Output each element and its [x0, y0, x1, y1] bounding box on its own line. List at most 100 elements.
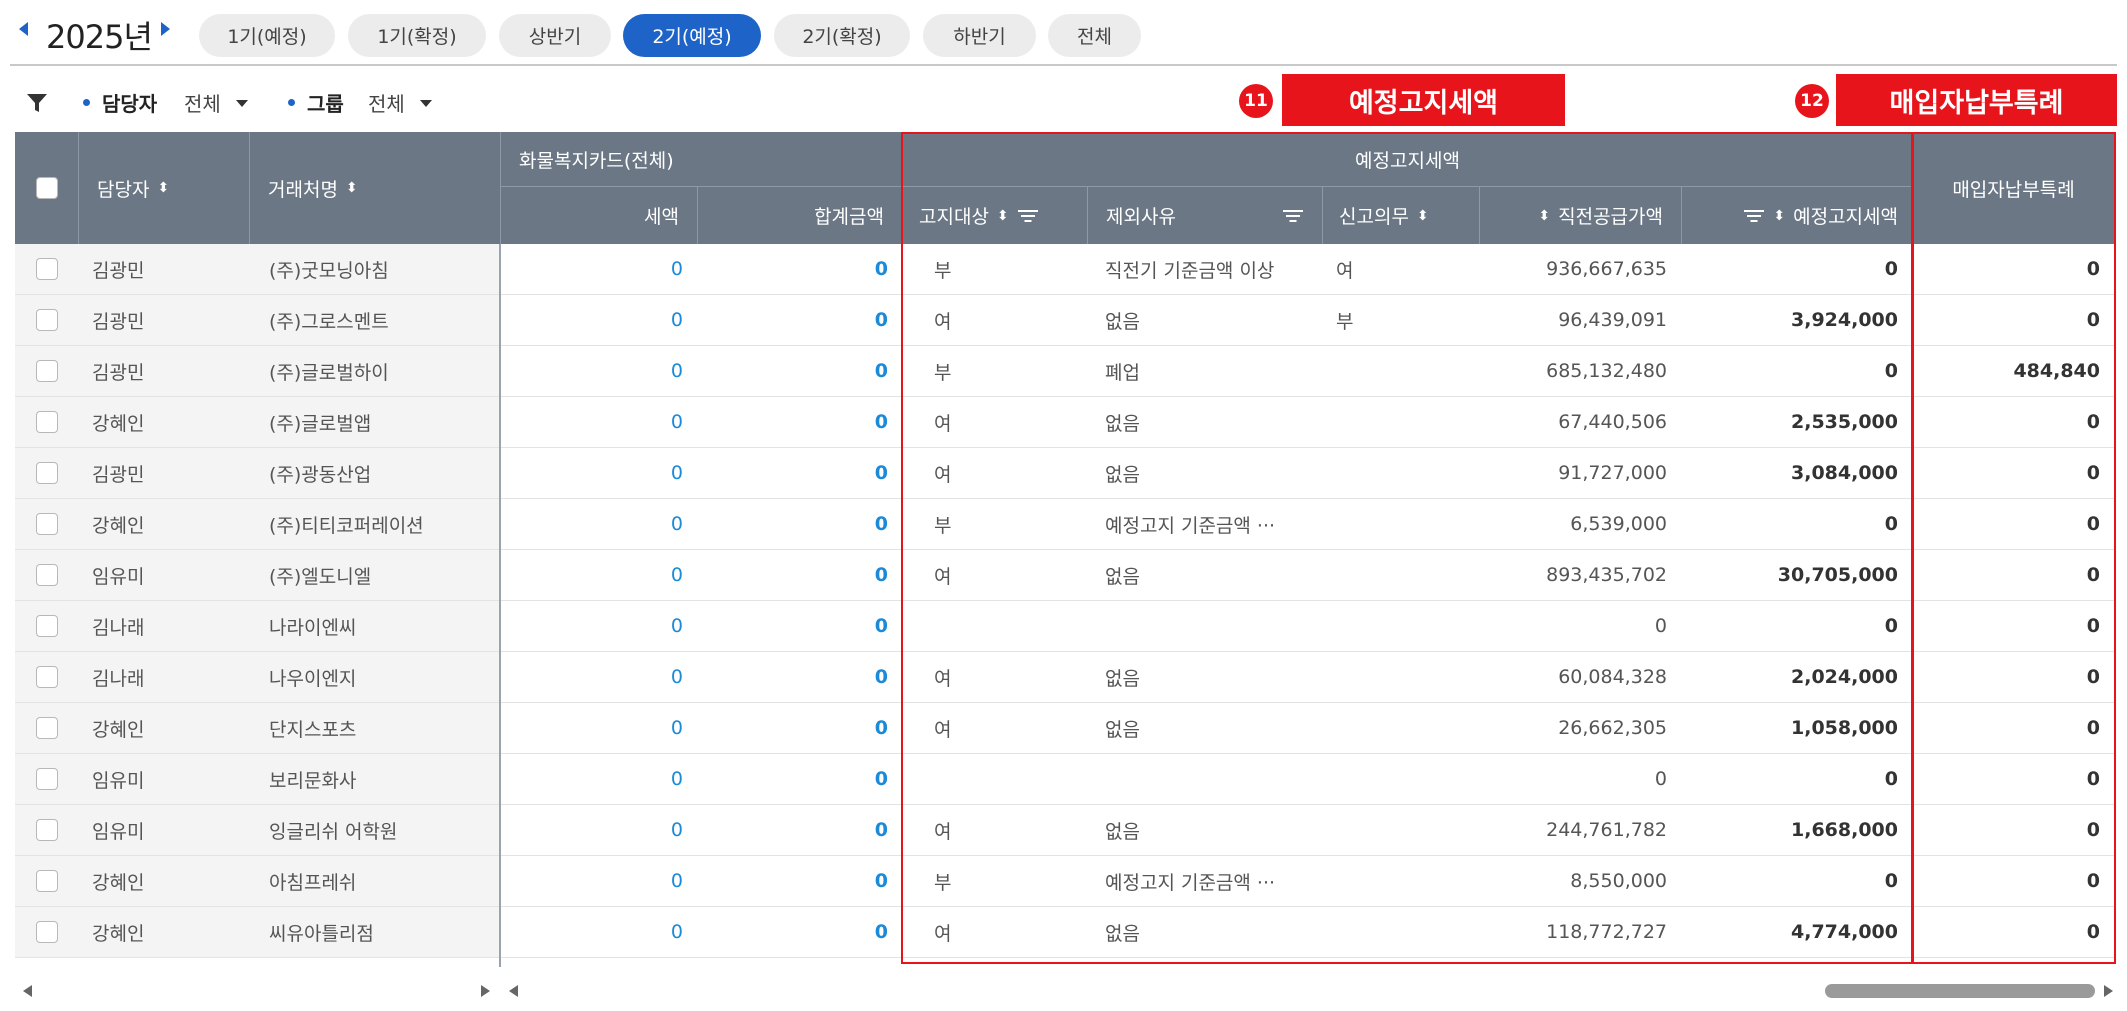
table-row[interactable]: 강혜인 (주)티티코퍼레이션 0 0 부 예정고지 기준금액 ··· 6,539,000 0 0 — [15, 499, 2114, 550]
tab-2nd-preliminary[interactable]: 2기(예정) — [623, 14, 761, 57]
row-checkbox-cell — [15, 397, 78, 447]
header-notice-tax[interactable]: ⬍ 예정고지세액 — [1681, 187, 1912, 244]
row-checkbox[interactable] — [35, 462, 58, 484]
callout-number-12: 12 — [1795, 84, 1829, 118]
tab-1st-final[interactable]: 1기(확정) — [348, 14, 486, 57]
cell-notice-tax: 2,535,000 — [1791, 411, 1898, 433]
cell-buyer-special: 0 — [2086, 717, 2100, 739]
cell-prev-supply: 91,727,000 — [1558, 462, 1667, 484]
row-checkbox[interactable] — [35, 666, 58, 688]
tab-first-half[interactable]: 상반기 — [499, 14, 611, 57]
table-row[interactable]: 김나래 나라이엔씨 0 0 0 0 0 — [15, 601, 2114, 652]
row-checkbox[interactable] — [35, 411, 58, 433]
table-row[interactable]: 임유미 잉글리쉬 어학원 0 0 여 없음 244,761,782 1,668,000 0 — [15, 805, 2114, 856]
column-filter-icon[interactable] — [1743, 209, 1765, 223]
tab-second-half[interactable]: 하반기 — [923, 14, 1036, 57]
table-row[interactable]: 임유미 (주)엘도니엘 0 0 여 없음 893,435,702 30,705,000 0 — [15, 550, 2114, 601]
manager-filter-label: 담당자 — [102, 92, 158, 116]
cell-prev-supply: 118,772,727 — [1546, 921, 1667, 943]
scroll-left-icon[interactable] — [509, 985, 518, 997]
filter-icon[interactable] — [26, 92, 48, 114]
table-row[interactable]: 김광민 (주)그로스멘트 0 0 여 없음 부 96,439,091 3,924,000 0 — [15, 295, 2114, 346]
row-checkbox[interactable] — [35, 819, 58, 841]
header-manager[interactable]: 담당자 ⬍ — [78, 132, 249, 244]
table-row[interactable]: 김광민 (주)굿모닝아침 0 0 부 직전기 기준금액 이상 여 936,667,635 0 0 — [15, 244, 2114, 295]
cell-prev-supply: 26,662,305 — [1558, 717, 1667, 739]
row-checkbox[interactable] — [35, 564, 58, 586]
previous-year-button[interactable] — [19, 22, 28, 36]
header-client[interactable]: 거래처명 ⬍ — [249, 132, 500, 244]
header-filing-duty[interactable]: 신고의무 ⬍ — [1322, 187, 1479, 244]
header-select-all-cell — [15, 132, 78, 244]
tab-all[interactable]: 전체 — [1048, 14, 1141, 57]
table-row[interactable]: 임유미 보리문화사 0 0 0 0 0 — [15, 754, 2114, 805]
sort-icon[interactable]: ⬍ — [1417, 209, 1429, 223]
cell-prev-supply: 8,550,000 — [1570, 870, 1667, 892]
select-all-checkbox[interactable] — [35, 177, 58, 199]
main-horizontal-scrollbar[interactable] — [503, 980, 2117, 1002]
chevron-down-icon[interactable] — [236, 100, 248, 107]
column-filter-icon[interactable] — [1282, 209, 1304, 223]
cell-prev-supply: 67,440,506 — [1558, 411, 1667, 433]
table-row[interactable]: 강혜인 씨유아틀리점 0 0 여 없음 118,772,727 4,774,000 0 — [15, 907, 2114, 958]
cell-buyer-special: 0 — [2086, 462, 2100, 484]
row-checkbox[interactable] — [35, 717, 58, 739]
cell-card-total: 0 — [874, 411, 888, 433]
sort-icon[interactable]: ⬍ — [157, 181, 169, 195]
header-notice-target[interactable]: 고지대상 ⬍ — [902, 187, 1087, 244]
cell-card-total: 0 — [874, 717, 888, 739]
row-checkbox[interactable] — [35, 258, 58, 280]
cell-exclusion-reason — [1087, 754, 1322, 804]
scroll-right-icon[interactable] — [2104, 985, 2113, 997]
row-checkbox[interactable] — [35, 768, 58, 790]
cell-notice-target: 여 — [934, 463, 952, 486]
cell-notice-target: 여 — [934, 412, 952, 435]
tab-2nd-final[interactable]: 2기(확정) — [774, 14, 910, 57]
row-checkbox[interactable] — [35, 615, 58, 637]
cell-manager: 강혜인 — [78, 907, 249, 957]
cell-manager: 김광민 — [78, 448, 249, 498]
row-checkbox[interactable] — [35, 921, 58, 943]
scroll-right-icon[interactable] — [481, 985, 490, 997]
cell-exclusion-reason: 없음 — [1105, 922, 1140, 945]
row-checkbox[interactable] — [35, 309, 58, 331]
row-checkbox[interactable] — [35, 870, 58, 892]
next-year-button[interactable] — [161, 22, 170, 36]
sort-icon[interactable]: ⬍ — [1538, 209, 1550, 223]
header-buyer-special-label: 매입자납부특례 — [1952, 178, 2075, 201]
group-filter-select[interactable]: 전체 — [368, 88, 405, 117]
cell-manager: 임유미 — [78, 550, 249, 600]
scroll-left-icon[interactable] — [23, 985, 32, 997]
row-checkbox[interactable] — [35, 513, 58, 535]
table-row[interactable]: 강혜인 아침프레쉬 0 0 부 예정고지 기준금액 ··· 8,550,000 0 0 — [15, 856, 2114, 907]
header-divider — [500, 186, 1912, 187]
header-buyer-special: 매입자납부특례 — [1912, 132, 2114, 244]
table-row[interactable]: 김광민 (주)글로벌하이 0 0 부 폐업 685,132,480 0 484,840 — [15, 346, 2114, 397]
cell-notice-target — [902, 754, 1087, 804]
frozen-horizontal-scrollbar[interactable] — [15, 980, 498, 1002]
cell-filing-duty — [1322, 754, 1479, 804]
table-row[interactable]: 강혜인 단지스포츠 0 0 여 없음 26,662,305 1,058,000 0 — [15, 703, 2114, 754]
sort-icon[interactable]: ⬍ — [346, 181, 358, 195]
sort-icon[interactable]: ⬍ — [997, 209, 1009, 223]
cell-notice-target: 여 — [934, 718, 952, 741]
table-row[interactable]: 김광민 (주)광동산업 0 0 여 없음 91,727,000 3,084,000 0 — [15, 448, 2114, 499]
tab-1st-preliminary[interactable]: 1기(예정) — [199, 14, 335, 57]
cell-card-tax: 0 — [670, 870, 683, 892]
cell-client: (주)글로벌하이 — [249, 346, 500, 396]
manager-filter-select[interactable]: 전체 — [184, 88, 221, 117]
cell-card-tax: 0 — [670, 921, 683, 943]
header-exclusion-reason[interactable]: 제외사유 — [1087, 187, 1322, 244]
sort-icon[interactable]: ⬍ — [1773, 209, 1785, 223]
header-prev-supply[interactable]: ⬍ 직전공급가액 — [1479, 187, 1681, 244]
row-checkbox[interactable] — [35, 360, 58, 382]
table-row[interactable]: 김나래 나우이엔지 0 0 여 없음 60,084,328 2,024,000 0 — [15, 652, 2114, 703]
cell-notice-tax: 30,705,000 — [1777, 564, 1898, 586]
cell-exclusion-reason: 없음 — [1105, 718, 1140, 741]
chevron-down-icon[interactable] — [420, 100, 432, 107]
cell-exclusion-reason: 없음 — [1105, 463, 1140, 486]
cell-notice-target: 부 — [934, 871, 952, 894]
table-row[interactable]: 강혜인 (주)글로벌앱 0 0 여 없음 67,440,506 2,535,000 0 — [15, 397, 2114, 448]
column-filter-icon[interactable] — [1017, 209, 1039, 223]
scrollbar-thumb[interactable] — [1825, 984, 2095, 998]
